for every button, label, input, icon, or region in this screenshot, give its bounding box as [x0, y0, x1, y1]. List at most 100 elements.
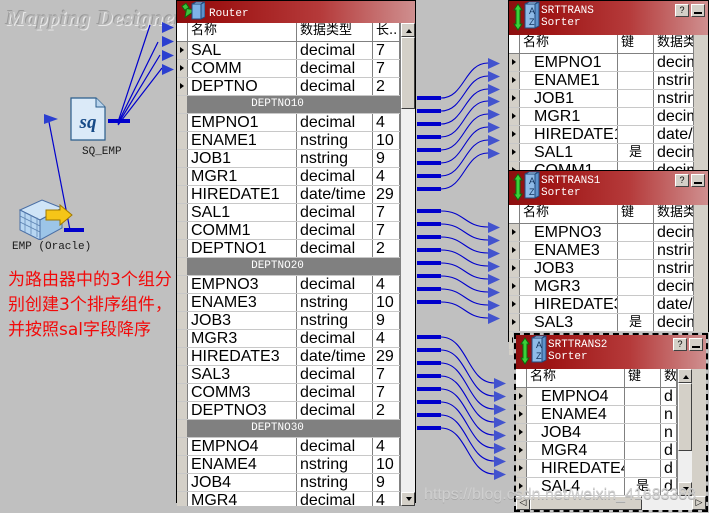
srttrans-cell-key[interactable] [618, 90, 654, 107]
srttrans2-grid-body[interactable]: EMPNO4 d ENAME4 n JOB4 n MGR4 d HIREDATE4 d SAL4 是 d… [516, 388, 677, 496]
table-row[interactable]: HIREDATE4 d [516, 460, 677, 478]
row-selector[interactable] [516, 442, 527, 459]
router-col-name[interactable]: 名称 [188, 23, 297, 41]
router-window[interactable]: Router 名称 数据类型 长.. SAL decimal 7 COMM decima… [176, 0, 416, 506]
srttrans1-cell-key[interactable] [618, 260, 654, 277]
table-row[interactable]: HIREDATE1 date/t [509, 126, 694, 144]
router-cell-name[interactable]: MGR3 [188, 330, 297, 347]
router-cell-datatype[interactable]: decimal [297, 168, 373, 185]
srttrans-cell-datatype[interactable]: date/t [654, 126, 694, 143]
router-cell-datatype[interactable]: decimal [297, 402, 373, 419]
table-row[interactable]: EMPNO3 decim [509, 224, 694, 242]
table-row[interactable]: EMPNO4 d [516, 388, 677, 406]
srttrans1-titlebar[interactable]: A Z SRTTRANS1 Sorter ? [509, 171, 708, 205]
row-selector[interactable] [516, 478, 527, 495]
router-cell-name[interactable]: HIREDATE1 [188, 186, 297, 203]
row-selector[interactable] [177, 258, 188, 275]
row-selector[interactable] [177, 186, 188, 203]
srttrans2-cell-key[interactable]: 是 [625, 478, 661, 495]
table-row[interactable]: JOB1 nstrin [509, 90, 694, 108]
router-cell-length[interactable]: 4 [373, 330, 400, 347]
row-selector[interactable] [509, 260, 520, 277]
table-row[interactable]: MGR1 decima [509, 108, 694, 126]
router-cell-datatype[interactable]: decimal [297, 222, 373, 239]
row-selector[interactable] [177, 168, 188, 185]
router-cell-datatype[interactable]: nstring [297, 474, 373, 491]
row-selector[interactable] [509, 144, 520, 161]
row-selector[interactable] [177, 132, 188, 149]
router-cell-length[interactable]: 7 [373, 204, 400, 221]
router-cell-datatype[interactable]: nstring [297, 150, 373, 167]
router-scroll-thumb[interactable] [401, 37, 415, 109]
router-cell-name[interactable]: SAL [188, 42, 297, 59]
srttrans1-help-button[interactable]: ? [675, 174, 689, 187]
srttrans-cell-datatype[interactable]: nstrin [654, 72, 694, 89]
table-row[interactable]: SAL1 decimal 7 [177, 204, 400, 222]
row-selector[interactable] [177, 348, 188, 365]
srttrans1-cell-datatype[interactable]: nstrin [654, 260, 694, 277]
router-cell-datatype[interactable]: decimal [297, 240, 373, 257]
table-row[interactable]: SAL3是decim [509, 314, 694, 332]
srttrans1-cell-datatype[interactable]: nstrin [654, 242, 694, 259]
table-row[interactable]: MGR1 decimal 4 [177, 168, 400, 186]
srttrans-minimize-button[interactable] [691, 4, 705, 17]
row-selector[interactable] [516, 388, 527, 405]
table-row[interactable]: JOB4 n [516, 424, 677, 442]
table-row[interactable]: JOB3 nstrin [509, 260, 694, 278]
srttrans1-col-key[interactable]: 键 [618, 205, 654, 223]
table-row[interactable]: ENAME1 nstrin [509, 72, 694, 90]
srttrans-cell-name[interactable]: MGR1 [520, 108, 618, 125]
router-cell-datatype[interactable]: date/time [297, 348, 373, 365]
table-row[interactable]: EMPNO4 decimal 4 [177, 438, 400, 456]
table-row[interactable]: JOB1 nstring 9 [177, 150, 400, 168]
srttrans-help-button[interactable]: ? [675, 4, 689, 17]
router-cell-length[interactable]: 7 [373, 42, 400, 59]
mapping-designer-canvas[interactable]: Mapping Designer EMP (Oracle) sq SQ_EMP … [0, 0, 709, 513]
router-group-row[interactable]: DEPTNO30 [177, 420, 400, 438]
router-cell-name[interactable]: EMPNO3 [188, 276, 297, 293]
srttrans-cell-key[interactable] [618, 54, 654, 71]
router-cell-name[interactable]: DEPTNO3 [188, 402, 297, 419]
router-cell-datatype[interactable]: decimal [297, 366, 373, 383]
row-selector[interactable] [509, 126, 520, 143]
row-selector[interactable] [177, 150, 188, 167]
srttrans-cell-name[interactable]: SAL1 [520, 144, 618, 161]
srttrans2-col-key[interactable]: 键 [625, 369, 661, 387]
srttrans2-scroll-track[interactable] [678, 383, 692, 482]
row-selector[interactable] [177, 420, 188, 437]
table-row[interactable]: DEPTNO decimal 2 [177, 78, 400, 96]
srttrans2-cell-name[interactable]: HIREDATE4 [527, 460, 625, 477]
table-row[interactable]: ENAME4 n [516, 406, 677, 424]
router-cell-datatype[interactable]: decimal [297, 78, 373, 95]
row-selector[interactable] [509, 54, 520, 71]
router-cell-datatype[interactable]: nstring [297, 132, 373, 149]
table-row[interactable]: JOB4 nstring 9 [177, 474, 400, 492]
srttrans-cell-datatype[interactable]: nstrin [654, 90, 694, 107]
srttrans2-minimize-button[interactable] [689, 338, 703, 351]
srttrans2-vscrollbar[interactable] [677, 369, 692, 496]
row-selector[interactable] [177, 42, 188, 59]
table-row[interactable]: HIREDATE1 date/time 29 [177, 186, 400, 204]
router-vscrollbar[interactable] [400, 23, 415, 506]
row-selector[interactable] [177, 312, 188, 329]
table-row[interactable]: DEPTNO1 decimal 2 [177, 240, 400, 258]
router-scroll-up-button[interactable] [401, 23, 415, 37]
row-selector[interactable] [177, 78, 188, 95]
router-cell-length[interactable]: 9 [373, 312, 400, 329]
srttrans2-scroll-right-button[interactable]: ▷ [692, 496, 706, 510]
router-cell-datatype[interactable]: decimal [297, 204, 373, 221]
router-cell-length[interactable]: 10 [373, 132, 400, 149]
srttrans2-cell-key[interactable] [625, 442, 661, 459]
srttrans2-hscrollbar[interactable]: ◁ ▷ [516, 496, 706, 510]
srttrans2-col-name[interactable]: 名称 [527, 369, 625, 387]
srttrans2-scroll-up-button[interactable] [678, 369, 692, 383]
table-row[interactable]: MGR4 d [516, 442, 677, 460]
srttrans1-cell-name[interactable]: JOB3 [520, 260, 618, 277]
srttrans2-cell-datatype[interactable]: d [661, 460, 677, 477]
srttrans-cell-datatype[interactable]: decima [654, 108, 694, 125]
row-selector[interactable] [509, 314, 520, 331]
router-cell-length[interactable]: 7 [373, 222, 400, 239]
srttrans1-cell-key[interactable] [618, 278, 654, 295]
row-selector[interactable] [177, 402, 188, 419]
router-cell-name[interactable]: SAL3 [188, 366, 297, 383]
